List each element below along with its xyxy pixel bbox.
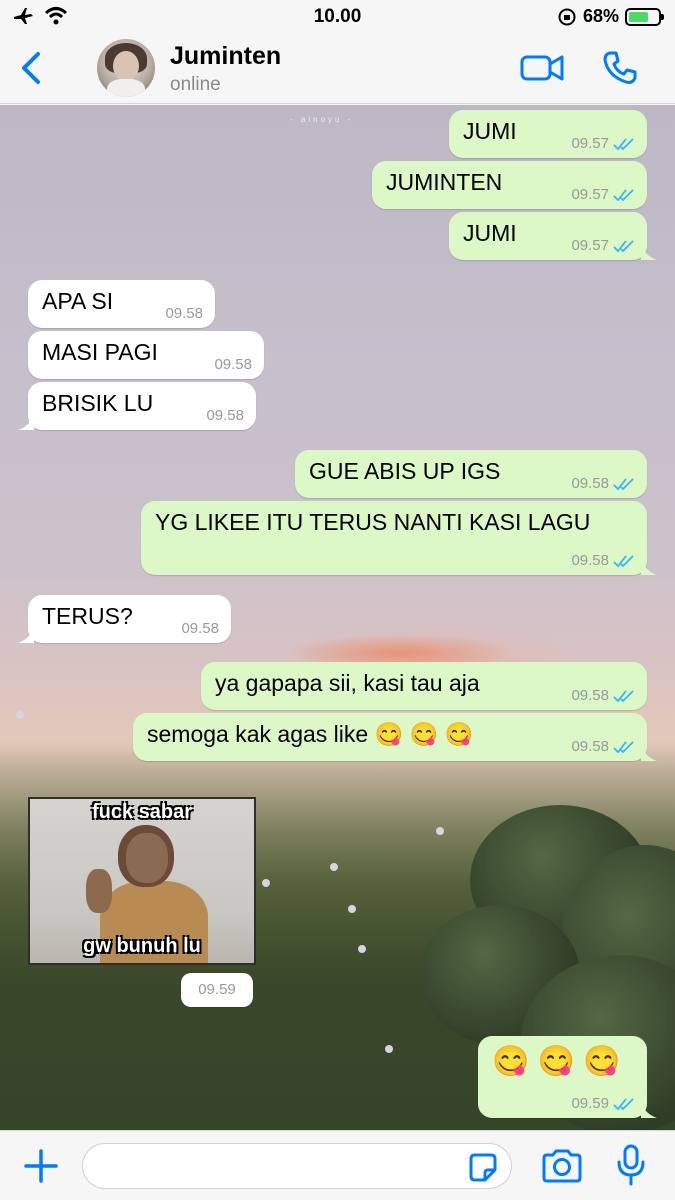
battery-percent: 68%	[582, 6, 619, 26]
message-bubble[interactable]: TERUS? 09.58	[18, 595, 231, 643]
message-bubble[interactable]: BRISIK LU 09.58	[18, 382, 256, 430]
message-time: 09.57	[571, 135, 609, 152]
sticker-time: 09.59	[181, 973, 253, 1007]
input-bar	[0, 1130, 675, 1200]
message-text: JUMINTEN	[386, 169, 503, 195]
camera-icon[interactable]	[540, 1148, 584, 1184]
message-bubble[interactable]: ya gapapa sii, kasi tau aja 09.58	[201, 662, 647, 710]
message-time: 09.57	[571, 237, 609, 254]
message-bubble[interactable]: APA SI 09.58	[28, 280, 215, 328]
message-time: 09.58	[165, 305, 203, 322]
orientation-lock-icon	[558, 8, 576, 25]
message-bubble[interactable]: 😋 😋 😋 09.59	[478, 1036, 657, 1118]
message-input[interactable]	[82, 1143, 512, 1189]
message-text: 😋 😋 😋	[492, 1045, 621, 1078]
message-bubble[interactable]: GUE ABIS UP IGS 09.58	[295, 450, 647, 498]
message-time: 09.58	[214, 356, 252, 373]
contact-name[interactable]: Juminten	[170, 42, 281, 71]
battery-icon	[625, 7, 664, 26]
avatar[interactable]	[97, 39, 155, 97]
video-call-icon[interactable]	[520, 52, 564, 84]
read-ticks-icon	[613, 239, 634, 252]
message-time: 09.58	[571, 738, 609, 755]
status-bar: 10.00 68%	[0, 0, 675, 34]
contact-status: online	[170, 74, 221, 95]
chat-header: Juminten online	[0, 34, 675, 104]
message-text: JUMI	[463, 220, 517, 246]
message-text: BRISIK LU	[42, 390, 154, 416]
battery-level	[629, 11, 649, 22]
read-ticks-icon	[613, 1097, 634, 1110]
message-text: MASI PAGI	[42, 339, 158, 365]
status-right: 68%	[557, 6, 664, 27]
phone-call-icon[interactable]	[602, 50, 638, 86]
message-text: JUMI	[463, 118, 517, 144]
message-text: YG LIKEE ITU TERUS NANTI KASI LAGU	[155, 509, 591, 535]
sticker-caption-top: fuck sabar	[91, 801, 193, 823]
message-time: 09.58	[571, 687, 609, 704]
message-text: GUE ABIS UP IGS	[309, 458, 501, 484]
wallpaper-watermark: - ainoyu -	[290, 115, 354, 124]
sticker-image[interactable]: fuck sabar gw bunuh lu	[28, 797, 256, 965]
message-time: 09.58	[206, 407, 244, 424]
microphone-icon[interactable]	[616, 1144, 646, 1186]
message-text: semoga kak agas like 😋 😋 😋	[147, 721, 474, 747]
read-ticks-icon	[613, 137, 634, 150]
message-time: 09.58	[181, 620, 219, 637]
message-text: APA SI	[42, 288, 114, 314]
read-ticks-icon	[613, 689, 634, 702]
message-time: 09.57	[571, 186, 609, 203]
message-bubble[interactable]: semoga kak agas like 😋 😋 😋 09.58	[133, 713, 657, 761]
message-text: ya gapapa sii, kasi tau aja	[215, 670, 480, 696]
message-bubble[interactable]: JUMINTEN 09.57	[372, 161, 647, 209]
message-text: TERUS?	[42, 603, 133, 629]
read-ticks-icon	[613, 740, 634, 753]
message-time: 09.58	[571, 552, 609, 569]
chat-area[interactable]: - ainoyu - JUMI 09.57 JUMINTEN 09.57 JUM…	[0, 105, 675, 1130]
sticker-caption-bottom: gw bunuh lu	[83, 935, 201, 957]
read-ticks-icon	[613, 477, 634, 490]
message-bubble[interactable]: MASI PAGI 09.58	[28, 331, 264, 379]
read-ticks-icon	[613, 188, 634, 201]
message-bubble[interactable]: YG LIKEE ITU TERUS NANTI KASI LAGU 09.58	[141, 501, 657, 575]
message-time: 09.58	[571, 475, 609, 492]
sticker-icon[interactable]	[466, 1151, 500, 1185]
back-chevron-icon[interactable]	[14, 48, 48, 88]
message-bubble[interactable]: JUMI 09.57	[449, 212, 657, 260]
message-time: 09.59	[571, 1095, 609, 1112]
plus-icon[interactable]	[22, 1147, 60, 1185]
read-ticks-icon	[613, 554, 634, 567]
message-bubble[interactable]: JUMI 09.57	[449, 110, 647, 158]
